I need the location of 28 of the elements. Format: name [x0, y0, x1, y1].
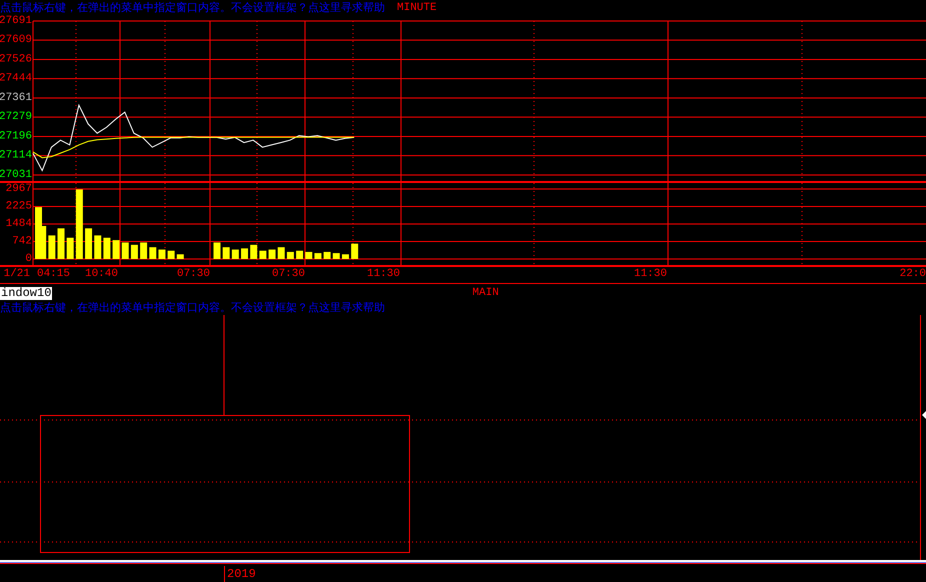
axis-tick-label: 27691 — [0, 15, 32, 27]
time-label: 04:15 — [36, 267, 70, 281]
year-label: 2019 — [224, 566, 256, 582]
panel-label: MAIN — [472, 287, 499, 299]
axis-tick-label: 27114 — [0, 150, 32, 162]
axis-tick-label: 27444 — [0, 72, 32, 85]
help-text[interactable]: 点击鼠标右键，在弹出的菜单中指定窗口内容。不会设置框架？点这里寻求帮助 — [0, 0, 385, 14]
axis-tick-label: 1484 — [6, 218, 32, 230]
axis-tick-label: 27031 — [0, 169, 32, 181]
panel-label: MINUTE — [397, 0, 437, 14]
time-label: 22:0 — [900, 267, 926, 281]
time-label: 11:30 — [634, 267, 667, 281]
axis-tick-label: 2225 — [6, 200, 32, 212]
time-label: 1/21 — [4, 267, 30, 281]
time-label: 10:40 — [84, 267, 118, 281]
axis-tick-label: 27526 — [0, 54, 32, 66]
axis-tick-label: 27361 — [0, 92, 32, 104]
window-tab-label[interactable]: indow10 — [0, 286, 52, 300]
axis-tick-label: 27279 — [0, 111, 32, 124]
axis-tick-label: 0 — [25, 253, 32, 265]
axis-tick-label: 27609 — [0, 34, 32, 46]
axis-tick-label: 742 — [12, 236, 32, 248]
help-text[interactable]: 点击鼠标右键，在弹出的菜单中指定窗口内容。不会设置框架？点这里寻求帮助 — [0, 300, 385, 314]
axis-tick-label: 2967 — [6, 183, 32, 195]
axis-tick-label: 27196 — [0, 130, 32, 142]
time-label: 07:30 — [176, 267, 210, 281]
time-label: 07:30 — [272, 267, 305, 281]
time-label: 11:30 — [366, 267, 400, 281]
